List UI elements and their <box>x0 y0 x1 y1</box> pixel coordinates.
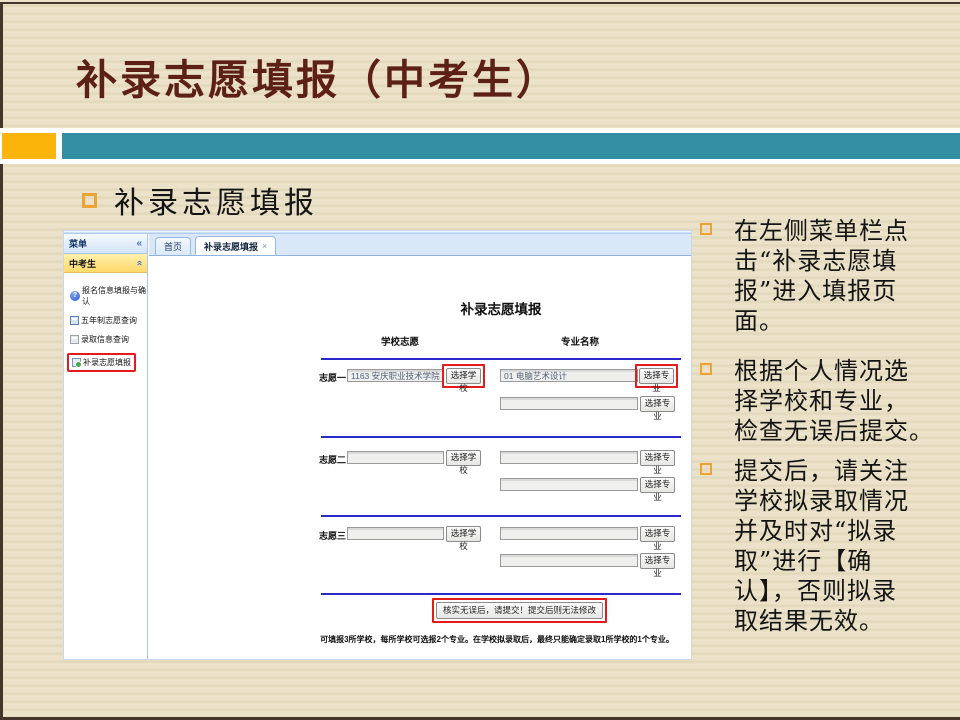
sidebar-item-label: 补录志愿填报 <box>83 357 131 368</box>
choice1-select-major1-button[interactable]: 选择专业 <box>639 368 674 384</box>
tab-bar: 首页 补录志愿填报 × <box>149 234 691 256</box>
choice3-select-school-button[interactable]: 选择学校 <box>446 526 481 542</box>
tab-home[interactable]: 首页 <box>155 237 191 255</box>
choice1-major2-input[interactable] <box>500 397 638 410</box>
form-divider <box>321 515 681 517</box>
note-text: 在左侧菜单栏点 击“补录志愿填 报”进入填报页 面。 <box>734 216 949 336</box>
square-bullet-icon <box>700 463 712 475</box>
choice3-select-major2-button[interactable]: 选择专业 <box>640 553 675 569</box>
choice1-select-major2-button[interactable]: 选择专业 <box>640 396 675 412</box>
help-icon: ? <box>70 291 80 301</box>
sidebar-header: 菜单 « <box>64 234 147 254</box>
sidebar-accordion-header[interactable]: 中考生 « <box>64 254 147 273</box>
sidebar-item-label: 录取信息查询 <box>81 334 129 345</box>
form-divider <box>321 593 681 595</box>
form-blue-icon <box>70 316 79 325</box>
form-divider <box>321 436 681 438</box>
divider-gold-square <box>2 133 56 159</box>
note-block-3: 提交后，请关注 学校拟录取情况 并及时对“拟录 取”进行【确 认】，否则拟录 取… <box>700 456 949 636</box>
choice2-school-input[interactable] <box>347 451 444 464</box>
tab-label: 首页 <box>164 240 182 253</box>
red-highlight-box: 核实无误后，请提交！提交后则无法修改 <box>432 598 607 623</box>
app-screenshot: 菜单 « 中考生 « ? 报名信息填报与确认 五年制志愿查询 录取信息查询 <box>63 230 692 660</box>
slide-frame-left <box>0 2 3 717</box>
choice3-major2-input[interactable] <box>500 554 638 567</box>
column-header-school: 学校志愿 <box>360 334 440 348</box>
choice2-select-school-button[interactable]: 选择学校 <box>446 450 481 466</box>
divider-teal-bar <box>62 133 960 159</box>
tab-close-icon[interactable]: × <box>262 241 267 251</box>
note-text: 提交后，请关注 学校拟录取情况 并及时对“拟录 取”进行【确 认】，否则拟录 取… <box>734 456 949 636</box>
form-divider <box>321 358 681 360</box>
square-bullet-icon <box>700 223 712 235</box>
choice2-select-major2-button[interactable]: 选择专业 <box>640 477 675 493</box>
choice2-major1-input[interactable] <box>500 451 638 464</box>
square-bullet-icon <box>700 363 712 375</box>
slide-title: 补录志愿填报（中考生） <box>76 46 916 106</box>
red-highlight-box: 选择专业 <box>635 364 678 388</box>
choice2-select-major1-button[interactable]: 选择专业 <box>640 450 675 466</box>
sidebar-item-admission-query[interactable]: 录取信息查询 <box>70 334 147 345</box>
slide: 补录志愿填报（中考生） 补录志愿填报 菜单 « 中考生 « ? 报名信息填报与确… <box>0 0 960 720</box>
form-title: 补录志愿填报 <box>321 298 681 318</box>
note-block-1: 在左侧菜单栏点 击“补录志愿填 报”进入填报页 面。 <box>700 216 949 336</box>
choice3-major1-input[interactable] <box>500 527 638 540</box>
sidebar-item-label: 五年制志愿查询 <box>81 315 137 326</box>
sidebar-item-enroll-info[interactable]: ? 报名信息填报与确认 <box>70 285 147 307</box>
tab-supplementary-apply[interactable]: 补录志愿填报 × <box>195 236 276 255</box>
slide-frame-top <box>0 2 960 4</box>
sidebar-item-supplementary-apply[interactable]: 补录志愿填报 <box>70 353 147 372</box>
tab-label: 补录志愿填报 <box>204 240 258 253</box>
submit-button[interactable]: 核实无误后，请提交！提交后则无法修改 <box>436 602 603 619</box>
note-block-2: 根据个人情况选 择学校和专业， 检查无误后提交。 <box>700 356 949 446</box>
grid-green-icon <box>72 358 81 367</box>
section-heading-label: 补录志愿填报 <box>114 178 318 222</box>
red-highlight-box: 选择学校 <box>442 364 485 388</box>
square-bullet-icon <box>82 193 97 208</box>
note-text: 根据个人情况选 择学校和专业， 检查无误后提交。 <box>734 356 949 446</box>
choice3-select-major1-button[interactable]: 选择专业 <box>640 526 675 542</box>
choice1-select-school-button[interactable]: 选择学校 <box>446 368 481 384</box>
sidebar-menu: ? 报名信息填报与确认 五年制志愿查询 录取信息查询 补录志愿填报 <box>64 273 147 372</box>
sidebar-item-label: 报名信息填报与确认 <box>82 285 147 307</box>
choice1-major1-input[interactable]: 01 电脑艺术设计 <box>500 369 638 382</box>
section-heading: 补录志愿填报 <box>82 178 318 222</box>
sidebar-accordion-label: 中考生 <box>69 257 96 270</box>
choice1-school-input[interactable]: 1163 安庆职业技术学院（测试） <box>347 369 444 382</box>
red-highlight-box: 补录志愿填报 <box>67 353 136 372</box>
sidebar-title: 菜单 <box>69 237 87 250</box>
column-header-major: 专业名称 <box>540 334 620 348</box>
sidebar-collapse-icon[interactable]: « <box>136 239 142 249</box>
accordion-collapse-icon[interactable]: « <box>134 260 144 266</box>
choice2-major2-input[interactable] <box>500 478 638 491</box>
choice3-school-input[interactable] <box>347 527 444 540</box>
form-footnote: 可填报3所学校，每所学校可选报2个专业。在学校拟录取后，最终只能确定录取1所学校… <box>314 634 680 645</box>
app-sidebar: 菜单 « 中考生 « ? 报名信息填报与确认 五年制志愿查询 录取信息查询 <box>64 234 148 659</box>
sidebar-item-fiveyear-query[interactable]: 五年制志愿查询 <box>70 315 147 326</box>
form-gray-icon <box>70 335 79 344</box>
